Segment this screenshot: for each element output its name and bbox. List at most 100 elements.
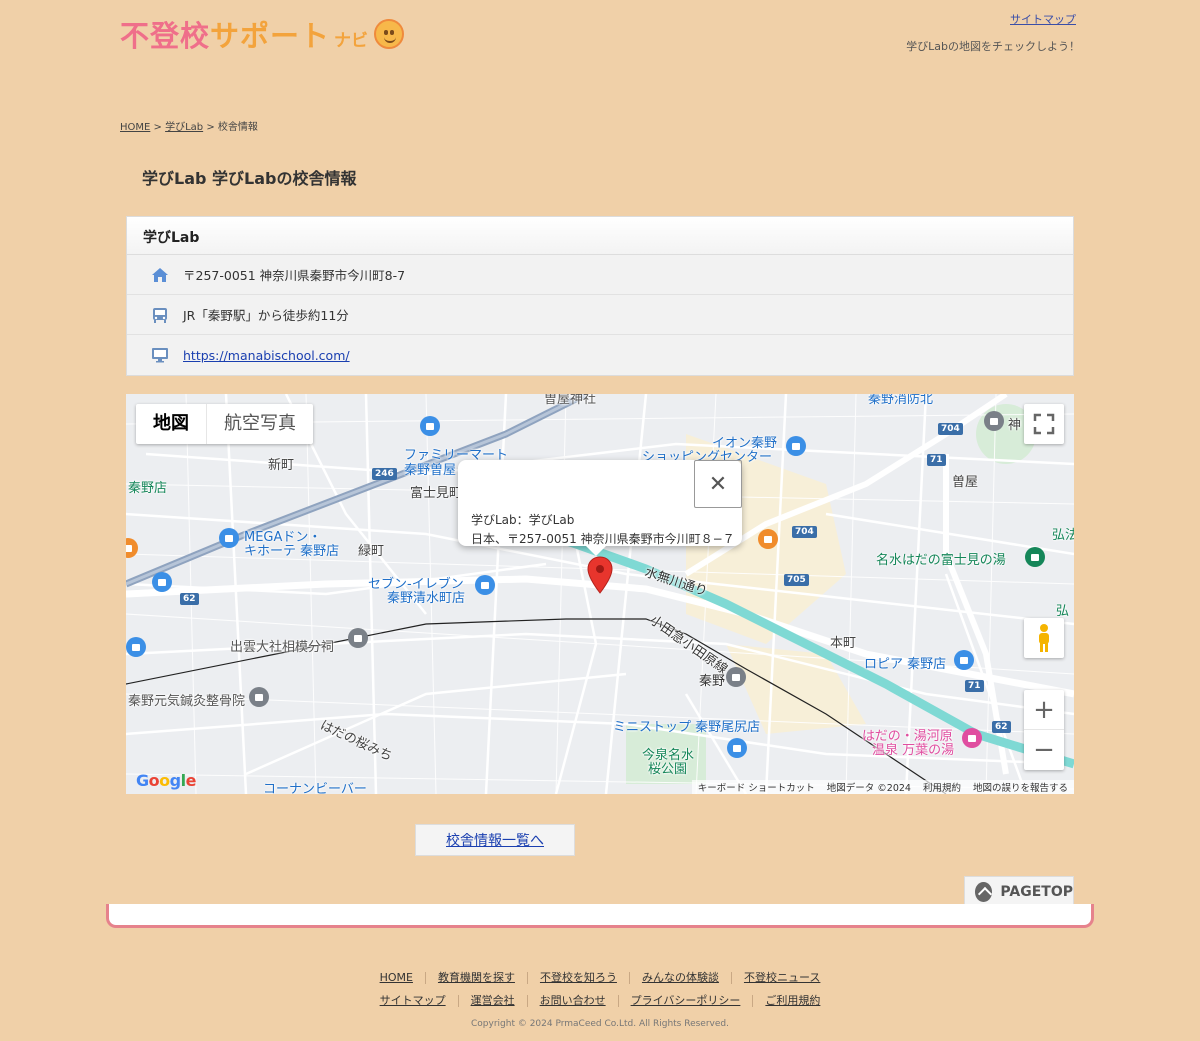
footer-link-contact[interactable]: お問い合わせ — [526, 995, 618, 1007]
route-shield: 62 — [992, 721, 1011, 733]
google-logo: Google — [136, 771, 196, 790]
logo-text-part2: サポート — [210, 19, 331, 53]
map-label-mega: キホーテ 秦野店 — [244, 544, 340, 559]
google-map[interactable]: 地図 航空写真 + − 246 62 704 71 705 71 62 704 … — [126, 394, 1074, 794]
footer-link-company[interactable]: 運営会社 — [457, 995, 527, 1007]
map-label-hiroshi: 弘法 — [1052, 528, 1074, 543]
shopping-poi-icon[interactable] — [954, 650, 974, 670]
breadcrumb-school[interactable]: 学びLab — [165, 122, 203, 133]
map-type-control: 地図 航空写真 — [136, 404, 313, 444]
map-label-hadano-store: 秦野店 — [128, 481, 168, 496]
pegman-icon — [1039, 624, 1049, 652]
map-label-imaizumi: 桜公園 — [648, 762, 688, 777]
zoom-out-button[interactable]: − — [1024, 730, 1064, 770]
map-label-yumori: 温泉 万葉の湯 — [872, 743, 955, 758]
map-label-hadano-station: 秦野 — [699, 674, 726, 689]
school-info-card: 学びLab 〒257-0051 神奈川県秦野市今川町8-7 JR「秦野駅」から徒… — [126, 216, 1074, 376]
hotel-poi-icon[interactable] — [962, 728, 982, 748]
route-shield: 704 — [938, 423, 963, 435]
access-row: JR「秦野駅」から徒歩約11分 — [127, 295, 1073, 335]
route-shield: 704 — [792, 526, 817, 538]
shopping-poi-icon[interactable] — [420, 416, 440, 436]
footer-nav-primary: HOME 教育機関を探す 不登校を知ろう みんなの体験談 不登校ニュース — [0, 972, 1200, 984]
clinic-poi-icon[interactable] — [249, 687, 269, 707]
pagetop-label: PAGETOP — [1000, 884, 1073, 900]
report-error-link[interactable]: 地図の誤りを報告する — [967, 780, 1074, 794]
address-row: 〒257-0051 神奈川県秦野市今川町8-7 — [127, 255, 1073, 295]
map-label-izumo: 出雲大社相模分祠 — [230, 640, 335, 655]
shopping-poi-icon[interactable] — [126, 637, 146, 657]
map-label-konan: コーナンビーバー — [263, 782, 367, 794]
breadcrumb-home[interactable]: HOME — [120, 122, 150, 133]
sitemap-link[interactable]: サイトマップ — [1010, 11, 1076, 27]
footer-nav-secondary: サイトマップ 運営会社 お問い合わせ プライバシーポリシー ご利用規約 — [0, 995, 1200, 1007]
breadcrumb: HOME > 学びLab > 校舎情報 — [120, 118, 258, 133]
map-label-nadaka: 名水はだの富士見の湯 — [876, 553, 1006, 568]
footer-link-news[interactable]: 不登校ニュース — [730, 972, 832, 984]
map-label-hadano-kita: 秦野消防北 — [868, 394, 934, 407]
breadcrumb-separator: > — [150, 122, 166, 133]
map-data-credit: 地図データ ©2024 — [826, 783, 911, 794]
shopping-poi-icon[interactable] — [152, 572, 172, 592]
info-window-close-button[interactable]: ✕ — [694, 460, 742, 508]
map-label-soya: 曽屋 — [952, 475, 979, 490]
route-shield: 71 — [927, 454, 946, 466]
route-shield: 62 — [180, 593, 199, 605]
park-poi-icon[interactable] — [1025, 547, 1045, 567]
website-row: https://manabischool.com/ — [127, 335, 1073, 375]
website-link[interactable]: https://manabischool.com/ — [183, 348, 350, 363]
site-logo[interactable]: 不登校サポート ナビ — [120, 14, 405, 54]
location-marker-icon[interactable] — [587, 556, 613, 594]
arrow-up-icon — [975, 882, 993, 902]
zoom-in-button[interactable]: + — [1024, 690, 1064, 730]
map-label-shinmachi: 新町 — [268, 458, 295, 473]
map-label-sodaya: 曽屋神社 — [544, 394, 597, 407]
logo-text-part1: 不登校 — [120, 19, 211, 53]
school-poi-icon[interactable] — [984, 411, 1004, 431]
station-poi-icon[interactable] — [726, 667, 746, 687]
shopping-poi-icon[interactable] — [786, 436, 806, 456]
map-label-kami: 神 — [1008, 418, 1022, 433]
zoom-control: + − — [1024, 690, 1064, 770]
school-list-button[interactable]: 校舎情報一覧へ — [415, 824, 575, 856]
map-label-family-mart: 秦野曽屋 — [404, 463, 457, 478]
map-info-window: ✕ 学びLab：学びLab 日本、〒257-0051 神奈川県秦野市今川町８−７ — [458, 460, 742, 556]
shopping-poi-icon[interactable] — [727, 738, 747, 758]
info-window-address: 日本、〒257-0051 神奈川県秦野市今川町８−７ — [471, 532, 735, 546]
footer-link-learn[interactable]: 不登校を知ろう — [526, 972, 629, 984]
map-type-map-button[interactable]: 地図 — [136, 404, 206, 444]
fullscreen-button[interactable] — [1024, 404, 1064, 444]
terms-link[interactable]: 利用規約 — [917, 780, 967, 794]
footer-link-search[interactable]: 教育機関を探す — [424, 972, 527, 984]
map-label-moto: 秦野元気鍼灸整骨院 — [128, 694, 246, 709]
shrine-poi-icon[interactable] — [348, 628, 368, 648]
access-text: JR「秦野駅」から徒歩約11分 — [183, 308, 349, 323]
map-label-seven: 秦野清水町店 — [387, 591, 466, 606]
shopping-poi-icon[interactable] — [475, 575, 495, 595]
shopping-poi-icon[interactable] — [219, 528, 239, 548]
route-shield: 246 — [372, 468, 397, 480]
fullscreen-icon — [1033, 413, 1055, 435]
breadcrumb-current: 校舎情報 — [217, 122, 258, 133]
map-label-ministop: ミニストップ 秦野尾尻店 — [613, 720, 761, 735]
footer-link-home[interactable]: HOME — [368, 972, 425, 984]
footer-link-terms[interactable]: ご利用規約 — [752, 995, 832, 1007]
keyboard-shortcuts-link[interactable]: キーボード ショートカット — [692, 780, 821, 794]
map-label-hiroshi: 弘 — [1056, 604, 1070, 619]
school-name: 学びLab — [127, 217, 1073, 255]
map-label-fujimi: 富士見町 — [410, 486, 463, 501]
bus-icon — [153, 307, 167, 323]
smiley-face-icon — [374, 19, 405, 49]
footer-link-privacy[interactable]: プライバシーポリシー — [617, 995, 753, 1007]
route-shield: 705 — [784, 574, 809, 586]
monitor-icon — [152, 348, 168, 363]
map-type-satellite-button[interactable]: 航空写真 — [206, 404, 313, 444]
header-tagline: 学びLabの地図をチェックしよう！ — [906, 40, 1080, 53]
footer-link-stories[interactable]: みんなの体験談 — [628, 972, 731, 984]
map-footer: キーボード ショートカット 地図データ ©2024 利用規約 地図の誤りを報告す… — [691, 780, 1074, 794]
content-panel-bottom — [106, 904, 1094, 928]
breadcrumb-separator: > — [203, 122, 218, 133]
street-view-pegman[interactable] — [1024, 618, 1064, 658]
cafe-poi-icon[interactable] — [758, 529, 778, 549]
footer-link-sitemap[interactable]: サイトマップ — [368, 995, 458, 1007]
